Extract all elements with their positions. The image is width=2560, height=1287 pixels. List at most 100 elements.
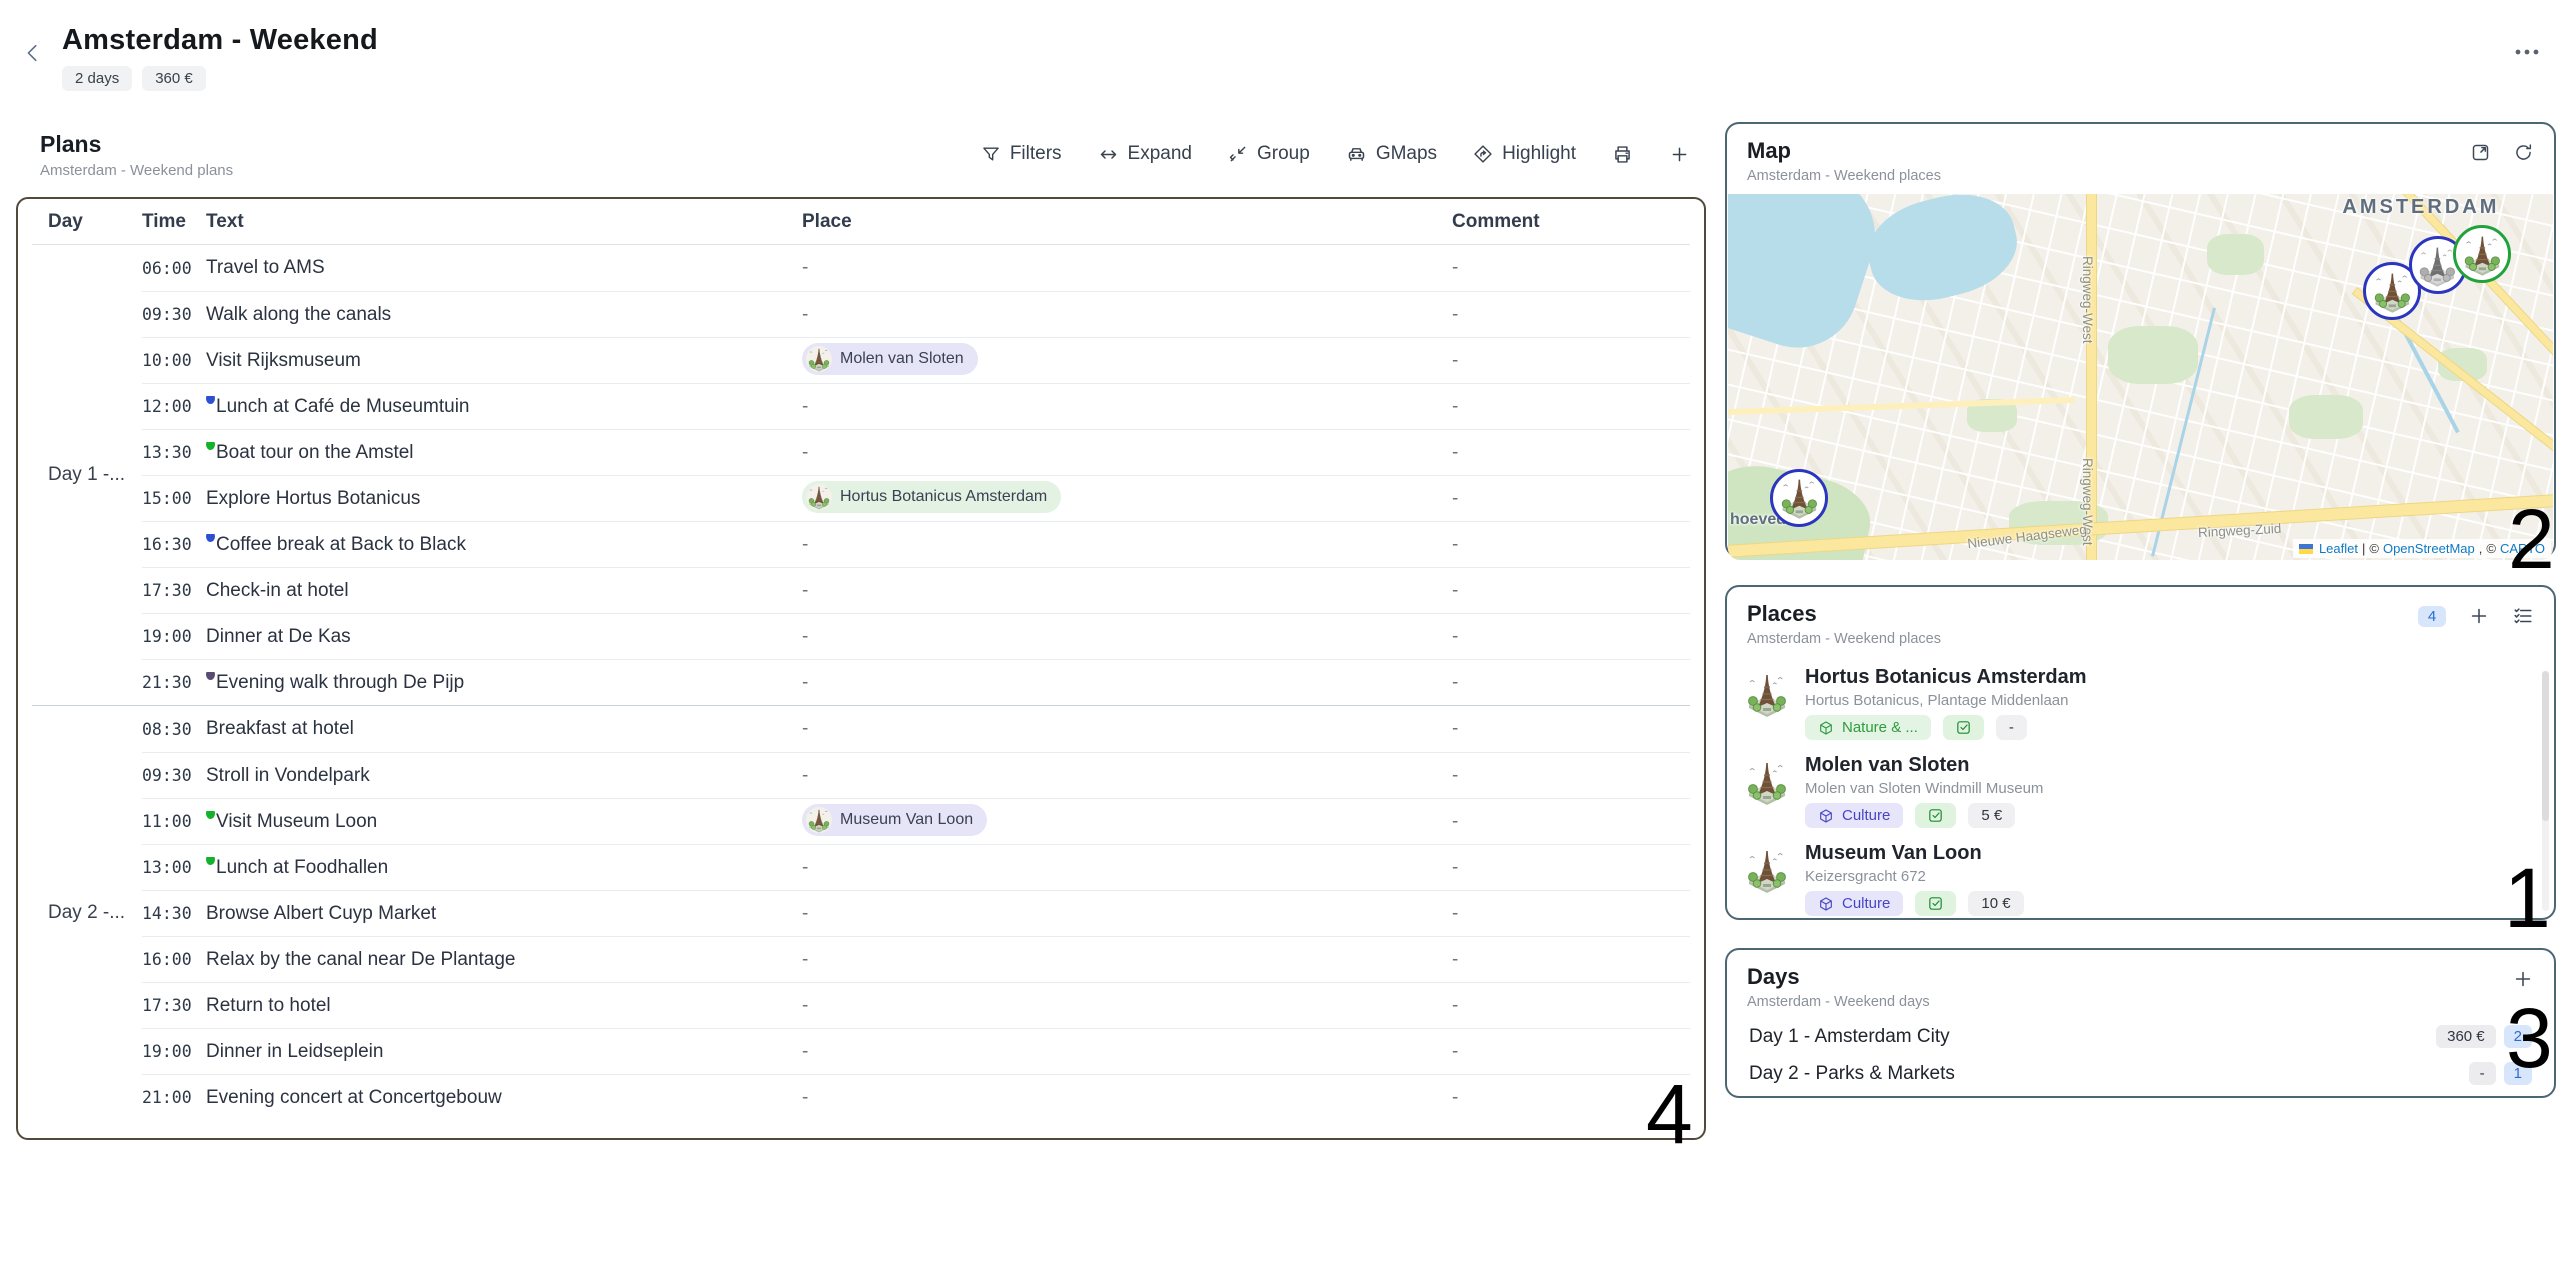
plan-row[interactable]: 15:00 Explore Hortus Botanicus Hortus Bo…: [142, 475, 1690, 521]
map-fullscreen-button[interactable]: [2470, 142, 2491, 163]
plan-row[interactable]: 08:30 Breakfast at hotel - -: [142, 706, 1690, 752]
cell-place: -: [802, 534, 1452, 556]
back-chevron-icon: [22, 42, 44, 64]
cell-place: -: [802, 1087, 1452, 1109]
plan-row[interactable]: 16:30 Coffee break at Back to Black - -: [142, 521, 1690, 567]
highlight-button[interactable]: Highlight: [1473, 143, 1576, 165]
cell-text: Walk along the canals: [206, 304, 802, 326]
back-button[interactable]: [22, 42, 44, 64]
cell-comment: -: [1452, 1041, 1690, 1063]
cell-text-label: Return to hotel: [206, 995, 331, 1016]
day-group: Day 2 -... 08:30 Breakfast at hotel - - …: [32, 705, 1690, 1120]
cell-time: 13:00: [142, 858, 206, 877]
category-tag[interactable]: Nature & ...: [1805, 715, 1931, 740]
trip-budget-badge: 360 €: [142, 66, 206, 91]
cell-text: Return to hotel: [206, 995, 802, 1017]
plan-row[interactable]: 09:30 Walk along the canals - -: [142, 291, 1690, 337]
expand-button[interactable]: Expand: [1098, 143, 1192, 165]
cell-text-label: Boat tour on the Amstel: [216, 442, 414, 463]
car-icon: [1346, 144, 1367, 165]
category-tag[interactable]: Culture: [1805, 891, 1903, 916]
event-dot: [206, 534, 215, 542]
scrollbar-thumb[interactable]: [2542, 671, 2549, 821]
maximize-icon: [2470, 142, 2491, 163]
place-chip[interactable]: Museum Van Loon: [802, 804, 987, 836]
place-empty: -: [802, 1041, 808, 1062]
visited-checkbox[interactable]: [1915, 891, 1956, 916]
cell-time: 09:30: [142, 305, 206, 324]
add-plan-button[interactable]: [1669, 144, 1690, 165]
leaflet-link[interactable]: Leaflet: [2319, 541, 2358, 556]
plans-title: Plans: [40, 131, 233, 158]
col-comment: Comment: [1452, 211, 1690, 233]
map-place-marker[interactable]: [2453, 225, 2511, 283]
add-place-button[interactable]: [2468, 605, 2490, 627]
plan-row[interactable]: 19:00 Dinner in Leidseplein - -: [142, 1028, 1690, 1074]
gmaps-label: GMaps: [1376, 143, 1437, 165]
add-day-button[interactable]: [2512, 968, 2534, 990]
plan-row[interactable]: 12:00 Lunch at Café de Museumtuin - -: [142, 383, 1690, 429]
cell-place: -: [802, 903, 1452, 925]
place-chip[interactable]: Hortus Botanicus Amsterdam: [802, 481, 1061, 513]
cell-text-label: Lunch at Café de Museumtuin: [216, 396, 470, 417]
plan-row[interactable]: 17:30 Return to hotel - -: [142, 982, 1690, 1028]
cell-text-label: Visit Rijksmuseum: [206, 350, 361, 371]
place-list-item[interactable]: Molen van Sloten Molen van Sloten Windmi…: [1743, 747, 2534, 835]
plan-row[interactable]: 16:00 Relax by the canal near De Plantag…: [142, 936, 1690, 982]
place-chip[interactable]: Molen van Sloten: [802, 343, 978, 375]
copyright-symbol: ©: [2369, 541, 2379, 556]
plan-row[interactable]: 13:30 Boat tour on the Amstel - -: [142, 429, 1690, 475]
cell-text-label: Coffee break at Back to Black: [216, 534, 466, 555]
places-list: Hortus Botanicus Amsterdam Hortus Botani…: [1727, 657, 2554, 923]
day-list-item[interactable]: Day 2 - Parks & Markets - 1: [1741, 1055, 2540, 1092]
place-tags: Nature & ... -: [1805, 715, 2087, 740]
visited-checkbox[interactable]: [1915, 803, 1956, 828]
plan-row[interactable]: 06:00 Travel to AMS - -: [142, 245, 1690, 291]
cell-text: Coffee break at Back to Black: [206, 534, 802, 556]
map-refresh-button[interactable]: [2513, 142, 2534, 163]
map-place-marker[interactable]: [1770, 469, 1828, 527]
plan-row[interactable]: 17:30 Check-in at hotel - -: [142, 567, 1690, 613]
cell-text: Lunch at Café de Museumtuin: [206, 396, 802, 418]
cell-place: -: [802, 442, 1452, 464]
cell-text: Lunch at Foodhallen: [206, 857, 802, 879]
place-list-item[interactable]: Museum Van Loon Keizersgracht 672 Cultur…: [1743, 835, 2534, 923]
map-canvas[interactable]: Ringweg-West Ringweg-West Nieuwe Haagsew…: [1728, 194, 2553, 560]
place-address: Hortus Botanicus, Plantage Middenlaan: [1805, 692, 2087, 709]
place-thumbnail: [1743, 758, 1791, 806]
annotation-mark-1: 1: [2504, 856, 2551, 940]
day-group-label[interactable]: Day 2 -...: [48, 902, 125, 924]
plan-row[interactable]: 10:00 Visit Rijksmuseum Molen van Sloten…: [142, 337, 1690, 383]
print-button[interactable]: [1612, 144, 1633, 165]
visited-checkbox[interactable]: [1943, 715, 1984, 740]
osm-link[interactable]: OpenStreetMap: [2383, 541, 2475, 556]
plan-row[interactable]: 09:30 Stroll in Vondelpark - -: [142, 752, 1690, 798]
place-list-item[interactable]: Hortus Botanicus Amsterdam Hortus Botani…: [1743, 659, 2534, 747]
day-group-label[interactable]: Day 1 -...: [48, 464, 125, 486]
cell-place: -: [802, 949, 1452, 971]
plan-row[interactable]: 11:00 Visit Museum Loon Museum Van Loon …: [142, 798, 1690, 844]
plan-row[interactable]: 21:30 Evening walk through De Pijp - -: [142, 659, 1690, 705]
cell-text: Boat tour on the Amstel: [206, 442, 802, 464]
place-empty: -: [802, 857, 808, 878]
category-tag[interactable]: Culture: [1805, 803, 1903, 828]
cell-time: 19:00: [142, 627, 206, 646]
map-park: [2108, 326, 2199, 385]
filters-button[interactable]: Filters: [981, 143, 1062, 165]
cell-time: 09:30: [142, 766, 206, 785]
cell-comment: -: [1452, 488, 1690, 510]
plans-panel: Day Time Text Place Comment Day 1 -... 0…: [16, 197, 1706, 1140]
cell-text-label: Check-in at hotel: [206, 580, 349, 601]
places-checklist-button[interactable]: [2512, 605, 2534, 627]
cell-time: 15:00: [142, 489, 206, 508]
page-menu-button[interactable]: [2514, 48, 2540, 56]
plan-row[interactable]: 14:30 Browse Albert Cuyp Market - -: [142, 890, 1690, 936]
day-list-item[interactable]: Day 1 - Amsterdam City 360 € 2: [1741, 1018, 2540, 1055]
group-button[interactable]: Group: [1228, 143, 1310, 165]
cell-text: Check-in at hotel: [206, 580, 802, 602]
plan-row[interactable]: 21:00 Evening concert at Concertgebouw -…: [142, 1074, 1690, 1120]
gmaps-button[interactable]: GMaps: [1346, 143, 1437, 165]
plan-row[interactable]: 13:00 Lunch at Foodhallen - -: [142, 844, 1690, 890]
plan-row[interactable]: 19:00 Dinner at De Kas - -: [142, 613, 1690, 659]
days-title: Days: [1747, 964, 1930, 990]
